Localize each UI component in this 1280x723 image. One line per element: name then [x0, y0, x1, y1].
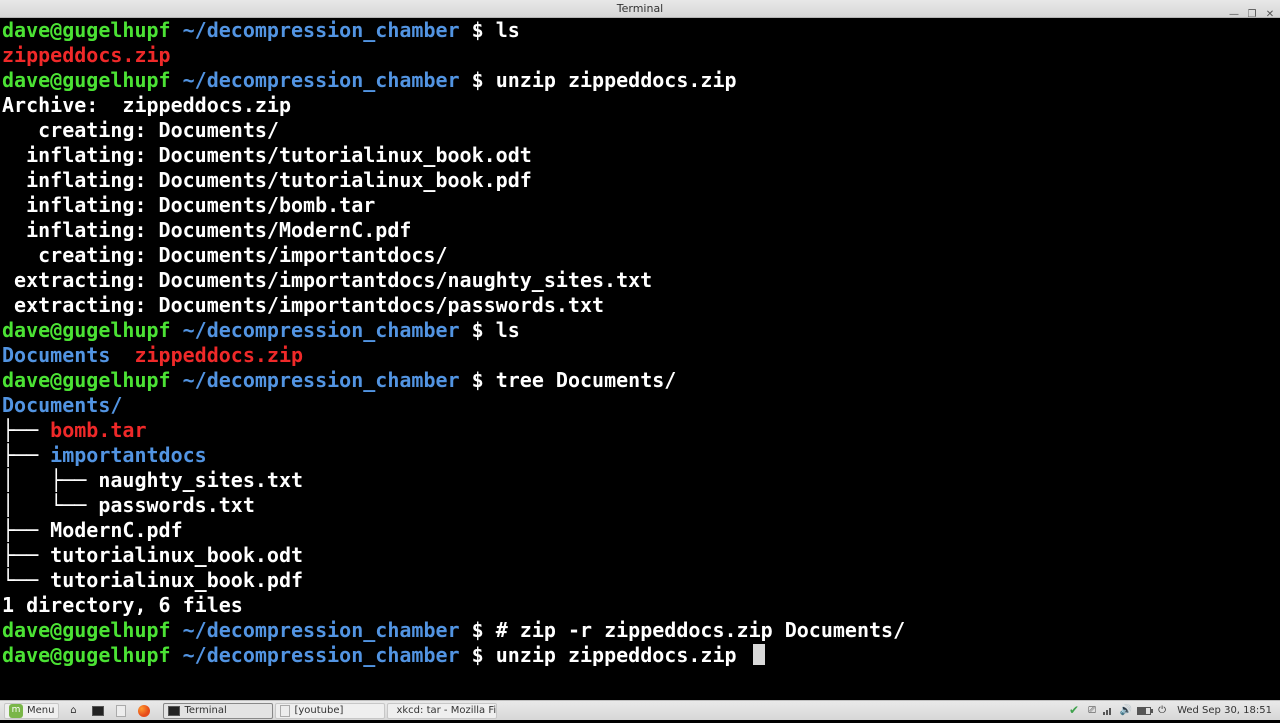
launcher-files-icon[interactable]: [111, 703, 131, 719]
terminal-line: inflating: Documents/tutorialinux_book.o…: [2, 143, 1278, 168]
terminal-line: extracting: Documents/importantdocs/pass…: [2, 293, 1278, 318]
terminal-line: Documents/: [2, 393, 1278, 418]
window-close-button[interactable]: ✕: [1264, 2, 1276, 27]
terminal-line: dave@gugelhupf ~/decompression_chamber $…: [2, 368, 1278, 393]
terminal-line: creating: Documents/: [2, 118, 1278, 143]
command-text: tree Documents/: [496, 368, 677, 392]
taskbar-task[interactable]: Terminal: [163, 703, 273, 719]
window-minimize-button[interactable]: —: [1228, 2, 1240, 27]
terminal-line: 1 directory, 6 files: [2, 593, 1278, 618]
volume-icon[interactable]: [1119, 704, 1133, 718]
terminal-line: inflating: Documents/tutorialinux_book.p…: [2, 168, 1278, 193]
terminal-line: │ └── passwords.txt: [2, 493, 1278, 518]
task-label: xkcd: tar - Mozilla Fire…: [396, 703, 497, 719]
show-desktop-button[interactable]: ⌂: [61, 703, 85, 719]
terminal-line: dave@gugelhupf ~/decompression_chamber $…: [2, 618, 1278, 643]
terminal-line: creating: Documents/importantdocs/: [2, 243, 1278, 268]
command-text: # zip -r zippeddocs.zip Documents/: [496, 618, 905, 642]
tray-icon[interactable]: ⎚: [1085, 704, 1099, 718]
terminal-line: dave@gugelhupf ~/decompression_chamber $…: [2, 318, 1278, 343]
window-titlebar: Terminal — ❐ ✕: [0, 0, 1280, 18]
cursor: [753, 644, 765, 665]
terminal-line: inflating: Documents/ModernC.pdf: [2, 218, 1278, 243]
terminal-line: inflating: Documents/bomb.tar: [2, 193, 1278, 218]
command-text: unzip zippeddocs.zip: [496, 643, 749, 667]
network-icon[interactable]: [1103, 707, 1115, 715]
terminal-line: │ ├── naughty_sites.txt: [2, 468, 1278, 493]
terminal-line: ├── ModernC.pdf: [2, 518, 1278, 543]
start-menu-button[interactable]: m Menu: [4, 703, 59, 719]
terminal-line: └── tutorialinux_book.pdf: [2, 568, 1278, 593]
task-label: Terminal: [184, 703, 226, 719]
terminal-line: ├── tutorialinux_book.odt: [2, 543, 1278, 568]
update-status-icon[interactable]: ✔: [1067, 704, 1081, 718]
window-title: Terminal: [617, 0, 664, 21]
task-label: [youtube]: [294, 703, 343, 719]
window-maximize-button[interactable]: ❐: [1246, 2, 1258, 27]
mint-logo-icon: m: [9, 704, 23, 718]
terminal-line: dave@gugelhupf ~/decompression_chamber $…: [2, 18, 1278, 43]
command-text: ls: [496, 18, 520, 42]
terminal-viewport[interactable]: dave@gugelhupf ~/decompression_chamber $…: [0, 18, 1280, 668]
terminal-line: Archive: zippeddocs.zip: [2, 93, 1278, 118]
document-icon: [280, 705, 290, 717]
system-tray: ✔ ⎚ ⏻ Wed Sep 30, 18:51: [1067, 698, 1276, 723]
terminal-line: dave@gugelhupf ~/decompression_chamber $…: [2, 643, 1278, 668]
terminal-line: extracting: Documents/importantdocs/naug…: [2, 268, 1278, 293]
launcher-terminal-icon[interactable]: [87, 703, 109, 719]
battery-icon[interactable]: [1137, 707, 1151, 715]
terminal-line: dave@gugelhupf ~/decompression_chamber $…: [2, 68, 1278, 93]
terminal-line: Documents zippeddocs.zip: [2, 343, 1278, 368]
taskbar: m Menu ⌂ Terminal [youtube] xkcd: tar - Mo…: [0, 700, 1280, 720]
terminal-icon: [168, 706, 180, 716]
start-menu-label: Menu: [27, 698, 54, 723]
taskbar-task[interactable]: xkcd: tar - Mozilla Fire…: [387, 703, 497, 719]
command-text: ls: [496, 318, 520, 342]
command-text: unzip zippeddocs.zip: [496, 68, 737, 92]
terminal-line: ├── importantdocs: [2, 443, 1278, 468]
power-icon[interactable]: ⏻: [1155, 704, 1169, 718]
clock[interactable]: Wed Sep 30, 18:51: [1177, 698, 1272, 723]
taskbar-task[interactable]: [youtube]: [275, 703, 385, 719]
terminal-line: ├── bomb.tar: [2, 418, 1278, 443]
terminal-line: zippeddocs.zip: [2, 43, 1278, 68]
launcher-firefox-icon[interactable]: [133, 703, 155, 719]
